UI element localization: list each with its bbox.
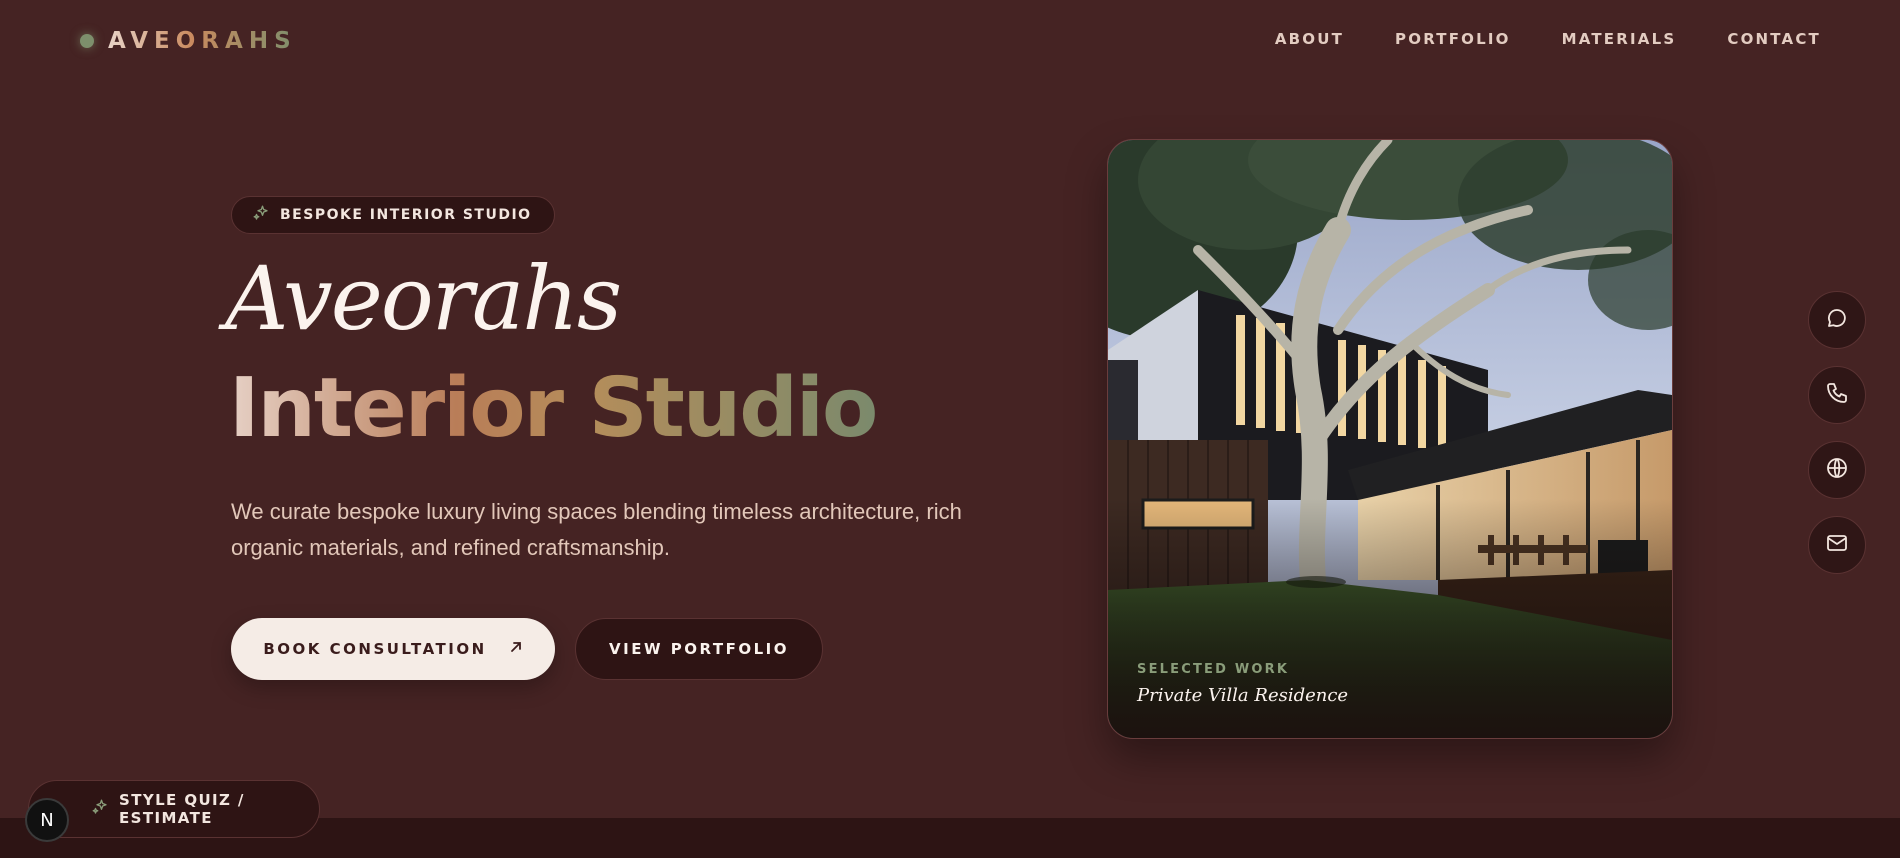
- style-quiz-button[interactable]: STYLE QUIZ / ESTIMATE: [28, 780, 320, 838]
- chat-button[interactable]: [1808, 291, 1866, 349]
- view-portfolio-label: VIEW PORTFOLIO: [609, 640, 789, 658]
- dev-tools-letter: N: [40, 809, 54, 831]
- nav-link-portfolio[interactable]: PORTFOLIO: [1395, 30, 1511, 48]
- brand-name: AVEORAHS: [108, 28, 297, 54]
- brand-logo[interactable]: AVEORAHS: [80, 28, 297, 54]
- phone-button[interactable]: [1808, 366, 1866, 424]
- card-kicker: SELECTED WORK: [1137, 662, 1290, 677]
- view-portfolio-button[interactable]: VIEW PORTFOLIO: [575, 618, 823, 680]
- main-nav: ABOUT PORTFOLIO MATERIALS CONTACT: [1275, 30, 1821, 48]
- email-button[interactable]: [1808, 516, 1866, 574]
- style-quiz-label: STYLE QUIZ / ESTIMATE: [119, 791, 245, 827]
- dev-tools-badge[interactable]: N: [25, 798, 69, 842]
- arrow-up-right-icon: [509, 640, 523, 658]
- card-caption: SELECTED WORK Private Villa Residence: [1137, 662, 1348, 706]
- featured-project-card[interactable]: SELECTED WORK Private Villa Residence: [1107, 139, 1673, 739]
- sparkle-icon: [252, 204, 270, 227]
- logo-dot-icon: [80, 34, 94, 48]
- card-title: Private Villa Residence: [1137, 685, 1349, 706]
- sparkle-icon: [91, 798, 109, 820]
- nav-link-about[interactable]: ABOUT: [1275, 30, 1344, 48]
- book-consultation-button[interactable]: BOOK CONSULTATION: [231, 618, 555, 680]
- globe-icon: [1825, 456, 1849, 485]
- villa-photo: [1108, 140, 1672, 738]
- hero-description: We curate bespoke luxury living spaces b…: [231, 499, 962, 560]
- mail-icon: [1825, 531, 1849, 560]
- website-button[interactable]: [1808, 441, 1866, 499]
- nav-link-materials[interactable]: MATERIALS: [1562, 30, 1677, 48]
- nav-link-contact[interactable]: CONTACT: [1727, 30, 1821, 48]
- phone-icon: [1825, 381, 1849, 410]
- hero-title-script: Aveorahs: [225, 247, 622, 350]
- hero-title-main: Interior Studio: [229, 361, 878, 456]
- chat-icon: [1825, 306, 1849, 335]
- hero-badge-label: BESPOKE INTERIOR STUDIO: [280, 207, 532, 223]
- hero-badge: BESPOKE INTERIOR STUDIO: [231, 196, 555, 234]
- book-consultation-label: BOOK CONSULTATION: [263, 640, 487, 658]
